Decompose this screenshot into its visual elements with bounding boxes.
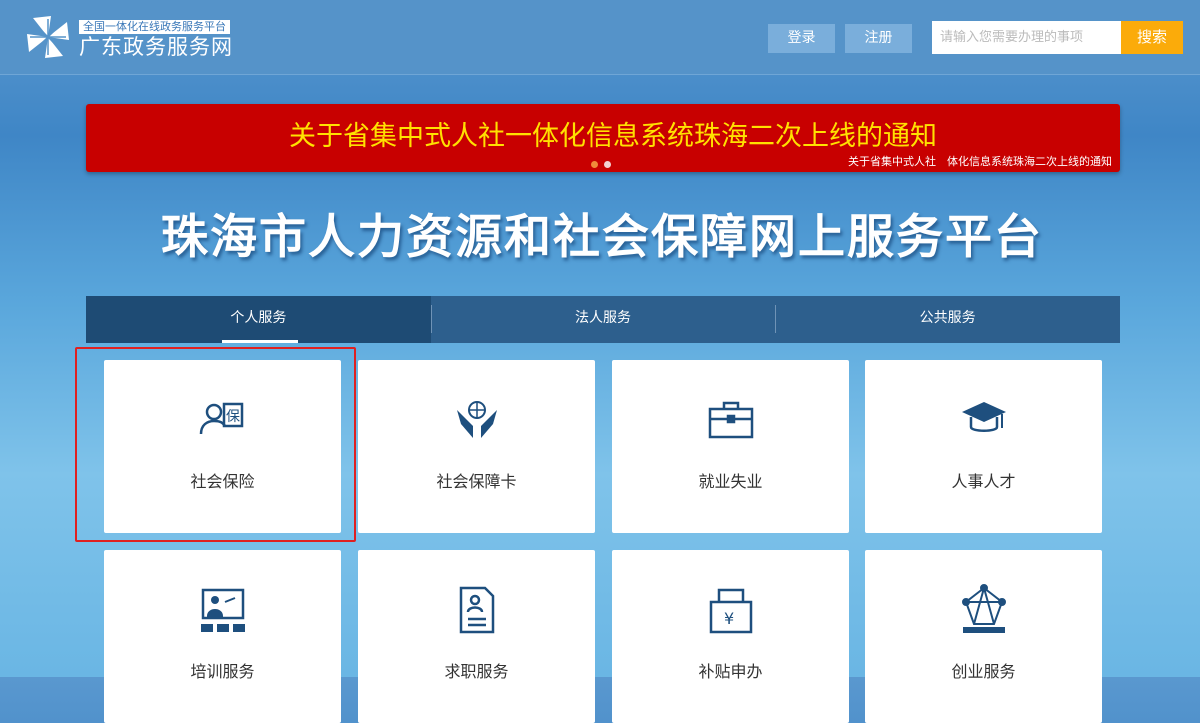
logo[interactable]: 全国一体化在线政务服务平台 广东政务服务网 — [25, 14, 233, 60]
svg-text:¥: ¥ — [724, 609, 734, 628]
login-button[interactable]: 登录 — [768, 24, 835, 53]
tab-personal[interactable]: 个人服务 — [86, 296, 431, 343]
card-entrepreneurship[interactable]: 创业服务 — [865, 550, 1102, 723]
training-icon — [201, 588, 245, 632]
logo-subtitle: 全国一体化在线政务服务平台 — [79, 19, 230, 34]
card-training[interactable]: 培训服务 — [104, 550, 341, 723]
card-employment[interactable]: 就业失业 — [612, 360, 849, 533]
selection-highlight — [75, 347, 356, 542]
card-label: 培训服务 — [190, 662, 255, 681]
logo-pinwheel-icon — [27, 16, 69, 58]
search-input[interactable] — [932, 21, 1122, 54]
carousel-dot-1[interactable] — [591, 161, 598, 168]
briefcase-icon — [708, 401, 754, 439]
subsidy-icon: ¥ — [709, 588, 753, 634]
register-button[interactable]: 注册 — [845, 24, 912, 53]
card-label: 补贴申办 — [698, 662, 763, 681]
card-personnel-talent[interactable]: 人事人才 — [865, 360, 1102, 533]
page-title: 珠海市人力资源和社会保障网上服务平台 — [161, 210, 1043, 265]
service-tabs: 个人服务 法人服务 公共服务 — [86, 296, 1120, 343]
card-social-security-card[interactable]: 社会保障卡 — [358, 360, 595, 533]
globe-hands-icon — [457, 401, 497, 438]
network-icon — [962, 584, 1006, 633]
card-label: 社会保障卡 — [436, 472, 517, 491]
card-label: 求职服务 — [444, 662, 509, 681]
card-label: 人事人才 — [951, 472, 1016, 491]
logo-title: 广东政务服务网 — [79, 34, 233, 59]
tab-legal-entity[interactable]: 法人服务 — [430, 296, 776, 343]
card-subsidy[interactable]: ¥ 补贴申办 — [612, 550, 849, 723]
tab-public[interactable]: 公共服务 — [775, 296, 1120, 343]
graduation-cap-icon — [962, 402, 1006, 432]
search-button[interactable]: 搜索 — [1121, 21, 1183, 54]
card-job-seeking[interactable]: 求职服务 — [358, 550, 595, 723]
notice-banner[interactable]: 关于省集中式人社一体化信息系统珠海二次上线的通知 关于省集中式人社 体化信息系统… — [86, 104, 1120, 172]
banner-caption: 关于省集中式人社 体化信息系统珠海二次上线的通知 — [848, 155, 1112, 168]
card-label: 创业服务 — [951, 662, 1016, 681]
header: 全国一体化在线政务服务平台 广东政务服务网 登录 注册 搜索 — [0, 0, 1200, 75]
card-label: 就业失业 — [698, 472, 763, 491]
carousel-dot-2[interactable] — [604, 161, 611, 168]
resume-icon — [459, 586, 495, 634]
banner-title: 关于省集中式人社一体化信息系统珠海二次上线的通知 — [289, 121, 937, 152]
